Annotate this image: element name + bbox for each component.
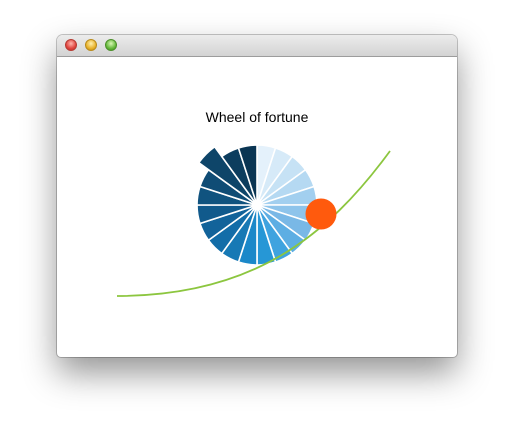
zoom-window-button[interactable] [105, 39, 117, 51]
close-window-button[interactable] [65, 39, 77, 51]
screen: Wheel of fortune [0, 0, 514, 436]
wheel-scene [116, 144, 391, 297]
ball[interactable] [305, 198, 337, 230]
title-bar[interactable] [57, 35, 457, 57]
canvas-area: Wheel of fortune [57, 57, 457, 357]
app-window: Wheel of fortune [57, 35, 457, 357]
fortune-wheel[interactable] [196, 144, 318, 266]
minimize-window-button[interactable] [85, 39, 97, 51]
